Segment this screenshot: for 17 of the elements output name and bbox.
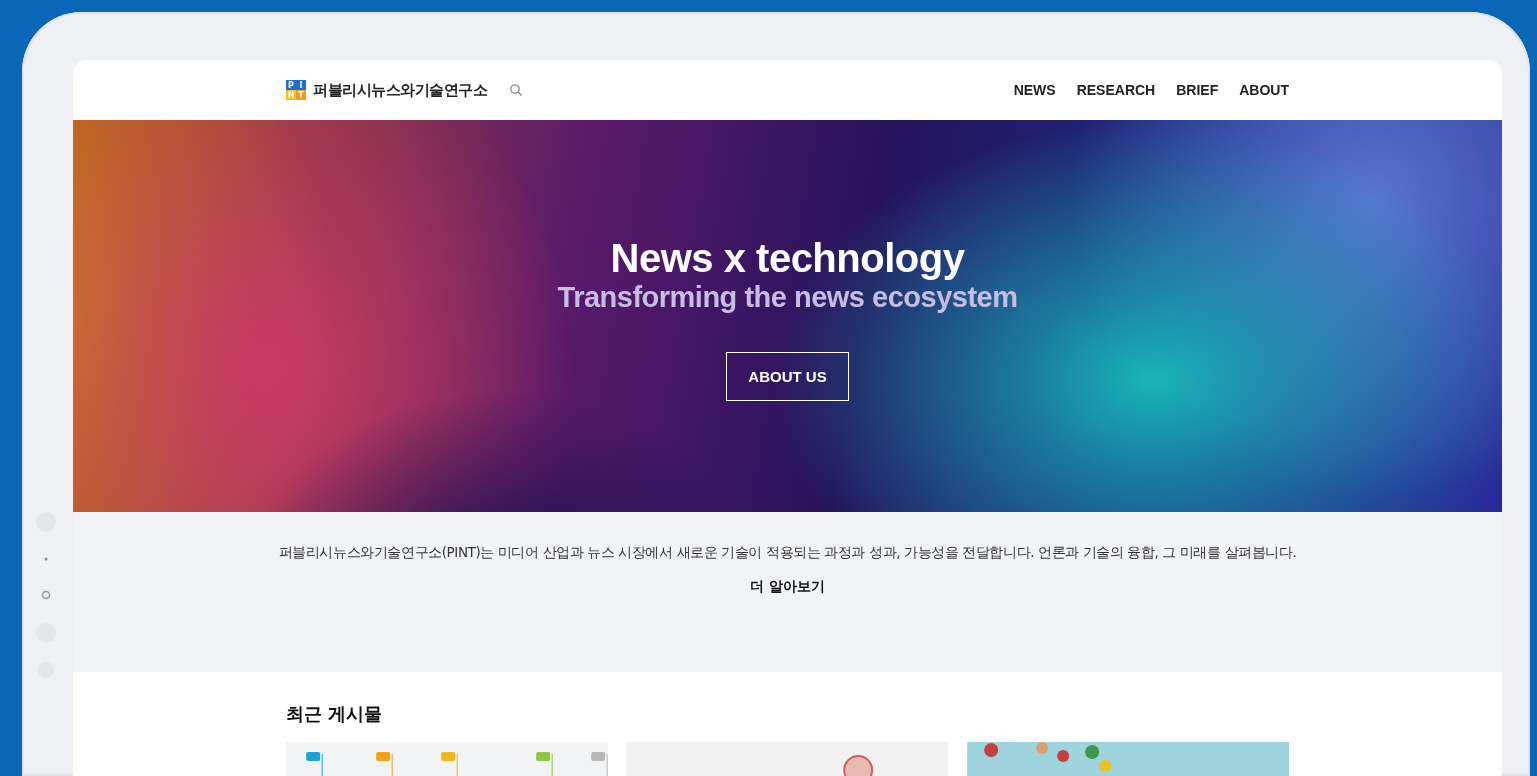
logo-tile: N xyxy=(286,90,296,100)
logo-tile: T xyxy=(296,90,306,100)
learn-more-link[interactable]: 더 알아보기 xyxy=(750,578,825,596)
logo-tile: P xyxy=(286,80,296,90)
intro-text: 퍼블리시뉴스와기술연구소(PINT)는 미디어 산업과 뉴스 시장에서 새로운 기술이 적용되는 과정과 성과, 가능성을 전달합니다. 언론과 기술의 융합, 그 미래를 살펴봅니다. xyxy=(277,543,1298,562)
nav-link[interactable]: ABOUT xyxy=(1239,82,1289,98)
logo[interactable]: P I N T xyxy=(286,80,306,100)
hero-title: News x technology xyxy=(610,236,965,281)
nav-link[interactable]: RESEARCH xyxy=(1076,82,1156,98)
site-name: 퍼블리시뉴스와기술연구소 xyxy=(313,80,487,100)
hero-subtitle: Transforming the news ecosystem xyxy=(557,281,1018,314)
logo-tile: I xyxy=(296,80,306,90)
section-heading: 최근 게시물 xyxy=(286,702,384,726)
search-icon[interactable] xyxy=(509,83,523,97)
about-us-button[interactable]: ABOUT US xyxy=(726,352,849,401)
nav-link[interactable]: BRIEF xyxy=(1176,82,1219,98)
nav-link[interactable]: NEWS xyxy=(1013,82,1056,98)
